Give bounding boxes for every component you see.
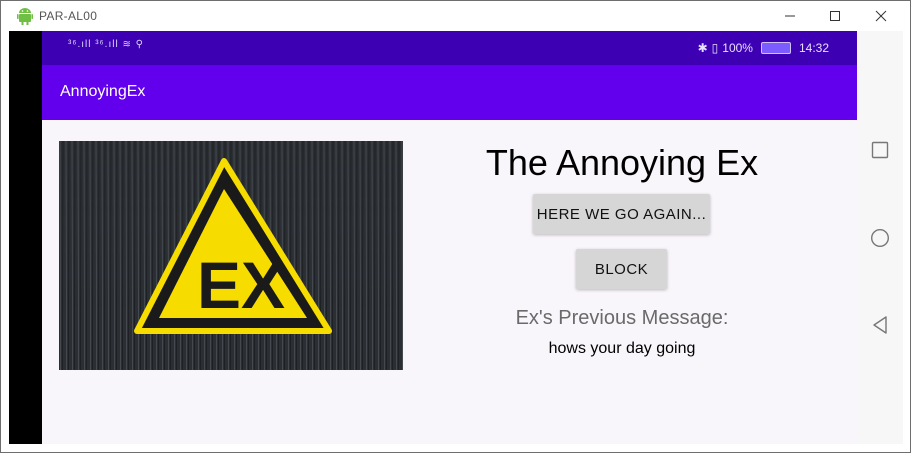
app-bar: AnnoyingEx bbox=[42, 65, 857, 120]
emulator-nav-panel bbox=[857, 31, 903, 444]
maximize-button[interactable] bbox=[812, 1, 858, 31]
status-right: ✱ ▯ 100% 14:32 bbox=[698, 41, 829, 55]
close-button[interactable] bbox=[858, 1, 904, 31]
minimize-button[interactable] bbox=[767, 1, 813, 31]
circle-icon bbox=[870, 228, 890, 248]
back-triangle-icon bbox=[873, 316, 887, 334]
bluetooth-icon: ✱ bbox=[697, 41, 708, 55]
app-title: AnnoyingEx bbox=[60, 83, 146, 100]
minimize-icon bbox=[785, 15, 795, 17]
battery-percent: 100% bbox=[722, 41, 753, 55]
signal-indicators: ³⁶.ıll ³⁶.ıll ≋ ⚲ bbox=[68, 39, 144, 50]
back-button[interactable] bbox=[857, 310, 903, 340]
android-icon bbox=[17, 8, 33, 25]
sign-text: EX bbox=[197, 248, 285, 322]
phone-screen: ³⁶.ıll ³⁶.ıll ≋ ⚲ ✱ ▯ 100% 14:32 Annoyin… bbox=[42, 31, 857, 444]
close-icon bbox=[875, 10, 887, 22]
previous-message-label: Ex's Previous Message: bbox=[515, 307, 729, 329]
square-icon bbox=[871, 141, 889, 159]
maximize-icon bbox=[830, 11, 840, 21]
recents-button[interactable] bbox=[857, 135, 903, 165]
block-button[interactable]: BLOCK bbox=[576, 249, 667, 289]
vibrate-icon: ▯ bbox=[711, 41, 719, 55]
window-title: PAR-AL00 bbox=[39, 9, 98, 23]
home-button[interactable] bbox=[857, 223, 903, 253]
here-we-go-again-button[interactable]: HERE WE GO AGAIN... bbox=[533, 194, 710, 234]
page-title: The Annoying Ex bbox=[485, 142, 759, 183]
battery-icon bbox=[760, 42, 791, 54]
previous-message-text: hows your day going bbox=[548, 340, 696, 357]
status-bar: ³⁶.ıll ³⁶.ıll ≋ ⚲ ✱ ▯ 100% 14:32 bbox=[42, 31, 857, 65]
ex-warning-sign-graphic: EX bbox=[59, 141, 403, 370]
clock: 14:32 bbox=[798, 41, 829, 55]
warning-sign-image: EX bbox=[59, 141, 403, 370]
window-titlebar: PAR-AL00 bbox=[1, 1, 910, 31]
emulator-left-bezel bbox=[9, 31, 42, 444]
